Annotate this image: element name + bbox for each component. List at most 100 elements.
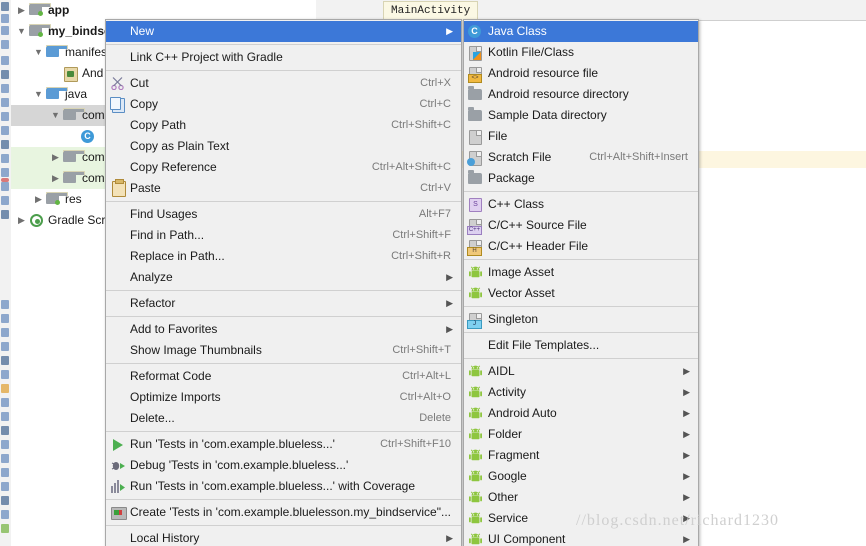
tool-strip-icon[interactable] bbox=[1, 454, 9, 463]
menu-item-reformat-code[interactable]: Reformat Code Ctrl+Alt+L bbox=[106, 366, 461, 387]
menu-item-shortcut: Ctrl+Alt+Shift+Insert bbox=[589, 151, 688, 163]
menu-item-create-tests-in-com-example-bluelesson-m[interactable]: Create 'Tests in 'com.example.bluelesson… bbox=[106, 502, 461, 523]
tool-strip-icon[interactable] bbox=[1, 384, 9, 393]
menu-item-add-to-favorites[interactable]: Add to Favorites ▶ bbox=[106, 319, 461, 340]
tool-strip-icon[interactable] bbox=[1, 84, 9, 93]
menu-item-android-auto[interactable]: Android Auto ▶ bbox=[464, 403, 698, 424]
chevron-right-icon[interactable]: ▶ bbox=[49, 168, 62, 189]
tool-strip-icon[interactable] bbox=[1, 98, 9, 107]
menu-item-kotlin-file-class[interactable]: Kotlin File/Class bbox=[464, 42, 698, 63]
tool-strip-icon[interactable] bbox=[1, 342, 9, 351]
tool-strip-icon[interactable] bbox=[1, 370, 9, 379]
menu-item-singleton[interactable]: J Singleton bbox=[464, 309, 698, 330]
tool-strip-icon[interactable] bbox=[1, 482, 9, 491]
menu-item-android-resource-file[interactable]: <> Android resource file bbox=[464, 63, 698, 84]
chevron-down-icon[interactable]: ▼ bbox=[49, 105, 62, 126]
menu-item-edit-file-templates[interactable]: Edit File Templates... bbox=[464, 335, 698, 356]
tool-strip-icon[interactable] bbox=[1, 210, 9, 219]
menu-item-local-history[interactable]: Local History ▶ bbox=[106, 528, 461, 546]
menu-item-sample-data-directory[interactable]: Sample Data directory bbox=[464, 105, 698, 126]
tree-row[interactable]: ▶ app bbox=[11, 0, 316, 21]
tool-strip-icon[interactable] bbox=[1, 510, 9, 519]
tool-strip-icon[interactable] bbox=[1, 126, 9, 135]
menu-item-copy-as-plain-text[interactable]: Copy as Plain Text bbox=[106, 136, 461, 157]
menu-item-optimize-imports[interactable]: Optimize Imports Ctrl+Alt+O bbox=[106, 387, 461, 408]
menu-item-fragment[interactable]: Fragment ▶ bbox=[464, 445, 698, 466]
menu-item-vector-asset[interactable]: Vector Asset bbox=[464, 283, 698, 304]
menu-item-package[interactable]: Package bbox=[464, 168, 698, 189]
menu-item-analyze[interactable]: Analyze ▶ bbox=[106, 267, 461, 288]
menu-item-refactor[interactable]: Refactor ▶ bbox=[106, 293, 461, 314]
chevron-down-icon[interactable]: ▼ bbox=[32, 84, 45, 105]
tool-strip-icon[interactable] bbox=[1, 2, 9, 11]
menu-item-activity[interactable]: Activity ▶ bbox=[464, 382, 698, 403]
tool-strip-icon[interactable] bbox=[1, 314, 9, 323]
tool-strip-icon[interactable] bbox=[1, 356, 9, 365]
singleton-icon: J bbox=[464, 309, 488, 330]
chevron-right-icon[interactable]: ▶ bbox=[15, 0, 28, 21]
chevron-down-icon[interactable]: ▼ bbox=[32, 42, 45, 63]
menu-item-java-class[interactable]: C Java Class bbox=[464, 21, 698, 42]
context-menu[interactable]: New ▶ Link C++ Project with Gradle Cut Ctrl+… bbox=[105, 19, 462, 546]
menu-item-find-usages[interactable]: Find Usages Alt+F7 bbox=[106, 204, 461, 225]
chevron-right-icon: ▶ bbox=[683, 366, 690, 376]
new-submenu[interactable]: C Java Class Kotlin File/Class <> Android re… bbox=[463, 19, 699, 546]
tool-strip-icon[interactable] bbox=[1, 496, 9, 505]
chevron-down-icon[interactable]: ▼ bbox=[15, 21, 28, 42]
menu-item-image-asset[interactable]: Image Asset bbox=[464, 262, 698, 283]
tool-strip-icon[interactable] bbox=[1, 154, 9, 163]
menu-item-paste[interactable]: Paste Ctrl+V bbox=[106, 178, 461, 199]
tool-strip-icon[interactable] bbox=[1, 468, 9, 477]
menu-item-replace-in-path[interactable]: Replace in Path... Ctrl+Shift+R bbox=[106, 246, 461, 267]
tool-strip-icon[interactable] bbox=[1, 412, 9, 421]
tool-strip-icon[interactable] bbox=[1, 426, 9, 435]
menu-item-other[interactable]: Other ▶ bbox=[464, 487, 698, 508]
tool-strip-icon[interactable] bbox=[1, 196, 9, 205]
menu-item-c-c-header-file[interactable]: H C/C++ Header File bbox=[464, 236, 698, 257]
menu-item-file[interactable]: File bbox=[464, 126, 698, 147]
menu-item-google[interactable]: Google ▶ bbox=[464, 466, 698, 487]
tree-row-label: my_bindse bbox=[48, 24, 111, 38]
tool-strip-icon[interactable] bbox=[1, 14, 9, 23]
menu-item-folder[interactable]: Folder ▶ bbox=[464, 424, 698, 445]
menu-item-new[interactable]: New ▶ bbox=[106, 21, 461, 42]
menu-item-run-tests-in-com-example-blueless[interactable]: Run 'Tests in 'com.example.blueless...' C… bbox=[106, 434, 461, 455]
menu-item-scratch-file[interactable]: Scratch File Ctrl+Alt+Shift+Insert bbox=[464, 147, 698, 168]
chevron-right-icon[interactable]: ▶ bbox=[32, 189, 45, 210]
menu-item-run-tests-in-com-example-blueless-with-c[interactable]: Run 'Tests in 'com.example.blueless...' … bbox=[106, 476, 461, 497]
menu-item-link-c-project-with-gradle[interactable]: Link C++ Project with Gradle bbox=[106, 47, 461, 68]
menu-item-copy[interactable]: Copy Ctrl+C bbox=[106, 94, 461, 115]
tool-strip-icon[interactable] bbox=[1, 300, 9, 309]
menu-item-copy-reference[interactable]: Copy Reference Ctrl+Alt+Shift+C bbox=[106, 157, 461, 178]
tool-strip-icon[interactable] bbox=[1, 524, 9, 533]
menu-item-delete[interactable]: Delete... Delete bbox=[106, 408, 461, 429]
chevron-right-icon[interactable]: ▶ bbox=[15, 210, 28, 231]
menu-item-android-resource-directory[interactable]: Android resource directory bbox=[464, 84, 698, 105]
tool-strip-icon[interactable] bbox=[1, 328, 9, 337]
menu-item-c-class[interactable]: S C++ Class bbox=[464, 194, 698, 215]
menu-item-find-in-path[interactable]: Find in Path... Ctrl+Shift+F bbox=[106, 225, 461, 246]
tool-strip-icon[interactable] bbox=[1, 168, 9, 177]
menu-item-label: Create 'Tests in 'com.example.bluelesson… bbox=[130, 505, 451, 519]
menu-item-ui-component[interactable]: UI Component ▶ bbox=[464, 529, 698, 546]
tool-strip-icon[interactable] bbox=[1, 182, 9, 191]
menu-item-c-c-source-file[interactable]: C++ C/C++ Source File bbox=[464, 215, 698, 236]
menu-item-cut[interactable]: Cut Ctrl+X bbox=[106, 73, 461, 94]
menu-item-show-image-thumbnails[interactable]: Show Image Thumbnails Ctrl+Shift+T bbox=[106, 340, 461, 361]
tool-strip-icon[interactable] bbox=[1, 140, 9, 149]
scissors-icon bbox=[106, 73, 130, 94]
tool-strip-icon[interactable] bbox=[1, 26, 9, 35]
tab-mainactivity[interactable]: MainActivity bbox=[383, 1, 479, 21]
menu-item-copy-path[interactable]: Copy Path Ctrl+Shift+C bbox=[106, 115, 461, 136]
chevron-right-icon[interactable]: ▶ bbox=[49, 147, 62, 168]
tool-strip-icon[interactable] bbox=[1, 398, 9, 407]
menu-item-debug-tests-in-com-example-blueless[interactable]: Debug 'Tests in 'com.example.blueless...… bbox=[106, 455, 461, 476]
tool-strip-icon[interactable] bbox=[1, 440, 9, 449]
breakpoint-icon[interactable] bbox=[1, 178, 9, 182]
menu-item-service[interactable]: Service ▶ bbox=[464, 508, 698, 529]
tool-strip-icon[interactable] bbox=[1, 40, 9, 49]
menu-item-aidl[interactable]: AIDL ▶ bbox=[464, 361, 698, 382]
tool-strip-icon[interactable] bbox=[1, 112, 9, 121]
tool-strip-icon[interactable] bbox=[1, 70, 9, 79]
tool-strip-icon[interactable] bbox=[1, 56, 9, 65]
